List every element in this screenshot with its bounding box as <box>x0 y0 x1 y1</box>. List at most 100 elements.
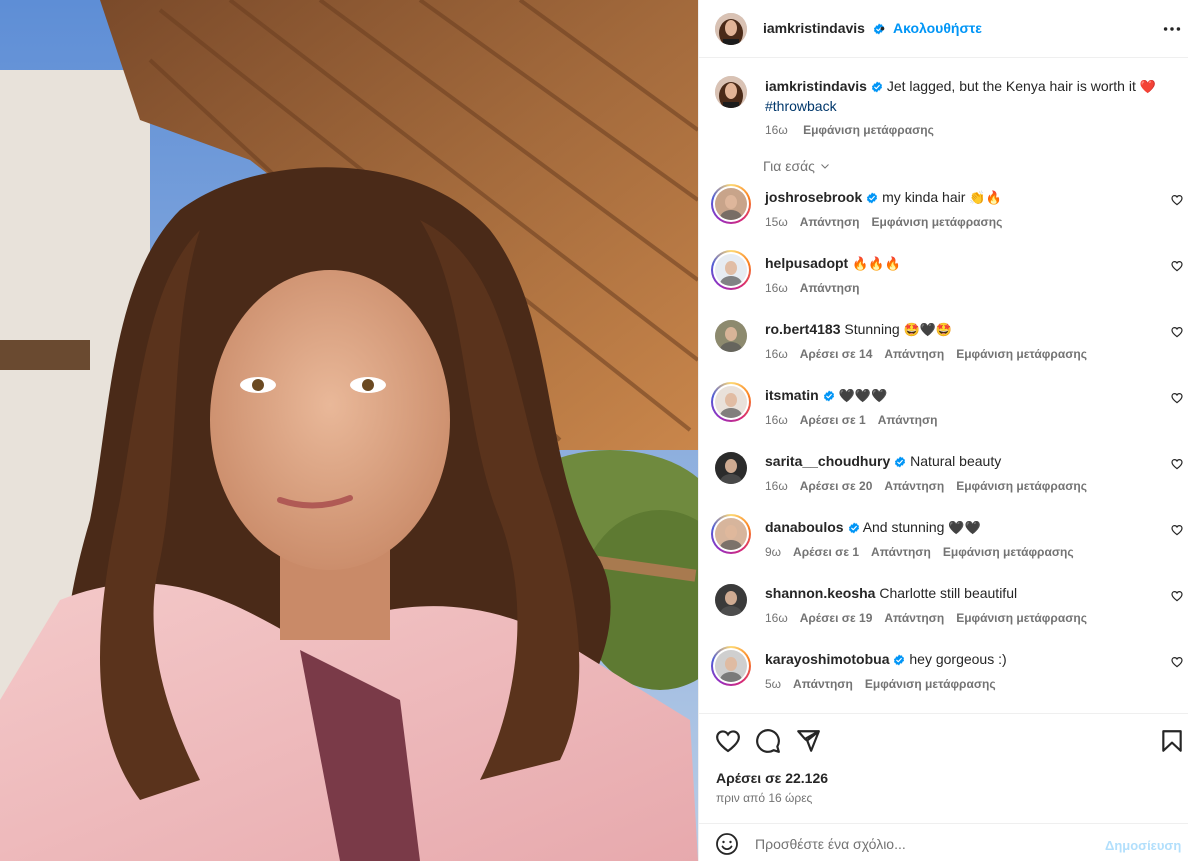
comment-reply-link[interactable]: Απάντηση <box>800 281 860 295</box>
comment-like-heart-icon[interactable] <box>1171 326 1183 338</box>
comment-avatar[interactable] <box>715 320 747 352</box>
post-header: iamkristindavis • Ακολουθήστε <box>699 0 1188 58</box>
comment-reply-link[interactable]: Απάντηση <box>878 413 938 427</box>
comment-avatar[interactable] <box>711 514 751 554</box>
verified-badge-icon <box>867 192 878 204</box>
comment-row: karayoshimotobua hey gorgeous :) 5ω Απάντ… <box>711 644 1188 710</box>
comment-row: ro.bert4183 Stunning 🤩🖤🤩 16ω Αρέσει σε 14 Α… <box>715 314 1188 380</box>
follow-button[interactable]: Ακολουθήστε <box>893 20 982 36</box>
comment-like-heart-icon[interactable] <box>1171 590 1183 602</box>
comment-time[interactable]: 16ω <box>765 413 788 427</box>
comment-time[interactable]: 16ω <box>765 479 788 493</box>
author-avatar[interactable] <box>715 13 747 45</box>
caption-avatar[interactable] <box>715 76 747 108</box>
like-heart-icon[interactable] <box>715 728 741 754</box>
comment-time[interactable]: 16ω <box>765 611 788 625</box>
comment-reply-link[interactable]: Απάντηση <box>793 677 853 691</box>
comment-reply-link[interactable]: Απάντηση <box>871 545 931 559</box>
comment-meta: 16ω Αρέσει σε 20 Απάντηση Εμφάνιση μετάφρασ… <box>765 479 1099 493</box>
comment-emoji: 🖤🖤🖤 <box>838 389 888 404</box>
comment-row: joshrosebrook my kinda hair 👏🔥 15ω Απάντησ… <box>711 182 1188 248</box>
comment-meta: 16ω Απάντηση <box>765 281 872 295</box>
for-you-label[interactable]: Για εσάς <box>763 158 815 174</box>
comment-username[interactable]: itsmatin <box>765 387 819 403</box>
comment-translation-link[interactable]: Εμφάνιση μετάφρασης <box>956 479 1087 493</box>
comment-row: itsmatin 🖤🖤🖤 16ω Αρέσει σε 1 Απάντηση <box>711 380 1188 446</box>
comment-like-heart-icon[interactable] <box>1171 260 1183 272</box>
comment-reply-link[interactable]: Απάντηση <box>884 479 944 493</box>
comment-time[interactable]: 15ω <box>765 215 788 229</box>
comment-text: joshrosebrook my kinda hair 👏🔥 <box>765 189 1002 206</box>
comment-like-heart-icon[interactable] <box>1171 194 1183 206</box>
comment-avatar[interactable] <box>711 382 751 422</box>
more-options-icon[interactable] <box>1161 18 1183 40</box>
comment-like-heart-icon[interactable] <box>1171 392 1183 404</box>
emoji-picker-icon[interactable] <box>715 832 739 856</box>
for-you-sort[interactable]: Για εσάς <box>763 158 831 174</box>
caption-meta: 16ω Εμφάνιση μετάφρασης <box>765 121 1165 139</box>
post-photo[interactable] <box>0 0 698 861</box>
comment-likes[interactable]: Αρέσει σε 1 <box>793 545 859 559</box>
comment-row: shannon.keosha Charlotte still beautiful… <box>715 578 1188 644</box>
comment-reply-link[interactable]: Απάντηση <box>884 611 944 625</box>
verified-badge-icon <box>894 654 905 666</box>
comment-translation-link[interactable]: Εμφάνιση μετάφρασης <box>872 215 1003 229</box>
caption-hashtag[interactable]: #throwback <box>765 98 837 114</box>
comment-likes[interactable]: Αρέσει σε 19 <box>800 611 873 625</box>
post-side-panel: iamkristindavis • Ακολουθήστε iamkristin… <box>698 0 1188 861</box>
comment-reply-link[interactable]: Απάντηση <box>884 347 944 361</box>
comment-emoji: 🔥🔥🔥 <box>852 257 901 272</box>
comment-likes[interactable]: Αρέσει σε 1 <box>800 413 866 427</box>
comment-body: hey gorgeous :) <box>909 651 1007 667</box>
comment-username[interactable]: shannon.keosha <box>765 585 875 601</box>
comment-username[interactable]: sarita__choudhury <box>765 453 890 469</box>
comment-like-heart-icon[interactable] <box>1171 656 1183 668</box>
share-paper-plane-icon[interactable] <box>795 728 821 754</box>
likes-count[interactable]: Αρέσει σε 22.126 <box>716 770 828 786</box>
comment-username[interactable]: karayoshimotobua <box>765 651 889 667</box>
comment-likes[interactable]: Αρέσει σε 14 <box>800 347 873 361</box>
comment-translation-link[interactable]: Εμφάνιση μετάφρασης <box>865 677 996 691</box>
comment-text: helpusadopt 🔥🔥🔥 <box>765 255 901 272</box>
comment-username[interactable]: joshrosebrook <box>765 189 862 205</box>
comment-text: karayoshimotobua hey gorgeous :) <box>765 651 1007 667</box>
comment-like-heart-icon[interactable] <box>1171 524 1183 536</box>
comment-username[interactable]: ro.bert4183 <box>765 321 840 337</box>
comment-time[interactable]: 5ω <box>765 677 781 691</box>
comment-translation-link[interactable]: Εμφάνιση μετάφρασης <box>943 545 1074 559</box>
comment-translation-link[interactable]: Εμφάνιση μετάφρασης <box>956 611 1087 625</box>
comment-username[interactable]: helpusadopt <box>765 255 848 271</box>
post-time-ago[interactable]: πριν από 16 ώρες <box>716 791 812 805</box>
post-actions: Αρέσει σε 22.126 πριν από 16 ώρες <box>699 713 1188 823</box>
comment-avatar[interactable] <box>711 184 751 224</box>
caption-time[interactable]: 16ω <box>765 123 788 137</box>
comment-likes[interactable]: Αρέσει σε 20 <box>800 479 873 493</box>
save-bookmark-icon[interactable] <box>1159 728 1185 754</box>
comment-text: ro.bert4183 Stunning 🤩🖤🤩 <box>765 321 952 338</box>
comment-time[interactable]: 16ω <box>765 281 788 295</box>
comment-username[interactable]: danaboulos <box>765 519 844 535</box>
comment-time[interactable]: 16ω <box>765 347 788 361</box>
comment-row: danaboulos And stunning 🖤🖤 9ω Αρέσει σε 1 Α… <box>711 512 1188 578</box>
verified-badge-icon <box>848 522 859 534</box>
comment-text: shannon.keosha Charlotte still beautiful <box>765 585 1017 601</box>
comment-translation-link[interactable]: Εμφάνιση μετάφρασης <box>956 347 1087 361</box>
author-username[interactable]: iamkristindavis <box>763 20 885 36</box>
comment-text: danaboulos And stunning 🖤🖤 <box>765 519 981 536</box>
comment-meta: 9ω Αρέσει σε 1 Απάντηση Εμφάνιση μετάφρασης <box>765 545 1086 559</box>
comment-input[interactable] <box>755 832 1095 856</box>
comment-body: my kinda hair <box>882 189 966 205</box>
comment-like-heart-icon[interactable] <box>1171 458 1183 470</box>
comment-reply-link[interactable]: Απάντηση <box>800 215 860 229</box>
caption-username[interactable]: iamkristindavis <box>765 78 867 94</box>
comment-avatar[interactable] <box>715 584 747 616</box>
comment-bubble-icon[interactable] <box>755 728 781 754</box>
comment-avatar[interactable] <box>711 646 751 686</box>
verified-badge-icon <box>871 81 882 93</box>
comment-avatar[interactable] <box>711 250 751 290</box>
post-comment-button[interactable]: Δημοσίευση <box>1105 838 1181 853</box>
author-username-text[interactable]: iamkristindavis <box>763 20 865 36</box>
comment-time[interactable]: 9ω <box>765 545 781 559</box>
comment-avatar[interactable] <box>715 452 747 484</box>
caption-translation-link[interactable]: Εμφάνιση μετάφρασης <box>803 123 934 137</box>
